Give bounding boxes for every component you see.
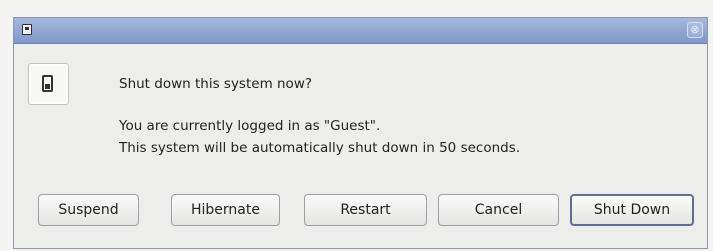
dialog-question: Shut down this system now? <box>119 76 313 92</box>
close-button[interactable]: ⊗ <box>687 22 703 38</box>
switch-glyph <box>42 75 53 92</box>
window-menu-icon[interactable] <box>22 24 32 35</box>
dialog-info-line1: You are currently logged in as "Guest". <box>119 118 381 134</box>
title-bar[interactable]: ⊗ <box>14 18 707 44</box>
cancel-button[interactable]: Cancel <box>438 194 559 226</box>
hibernate-button[interactable]: Hibernate <box>171 194 280 226</box>
power-switch-icon <box>28 63 69 105</box>
shut-down-button[interactable]: Shut Down <box>570 194 694 226</box>
close-icon: ⊗ <box>690 23 700 36</box>
restart-button[interactable]: Restart <box>304 194 427 226</box>
suspend-button[interactable]: Suspend <box>38 194 139 226</box>
dialog-info-line2: This system will be automatically shut d… <box>119 140 521 156</box>
